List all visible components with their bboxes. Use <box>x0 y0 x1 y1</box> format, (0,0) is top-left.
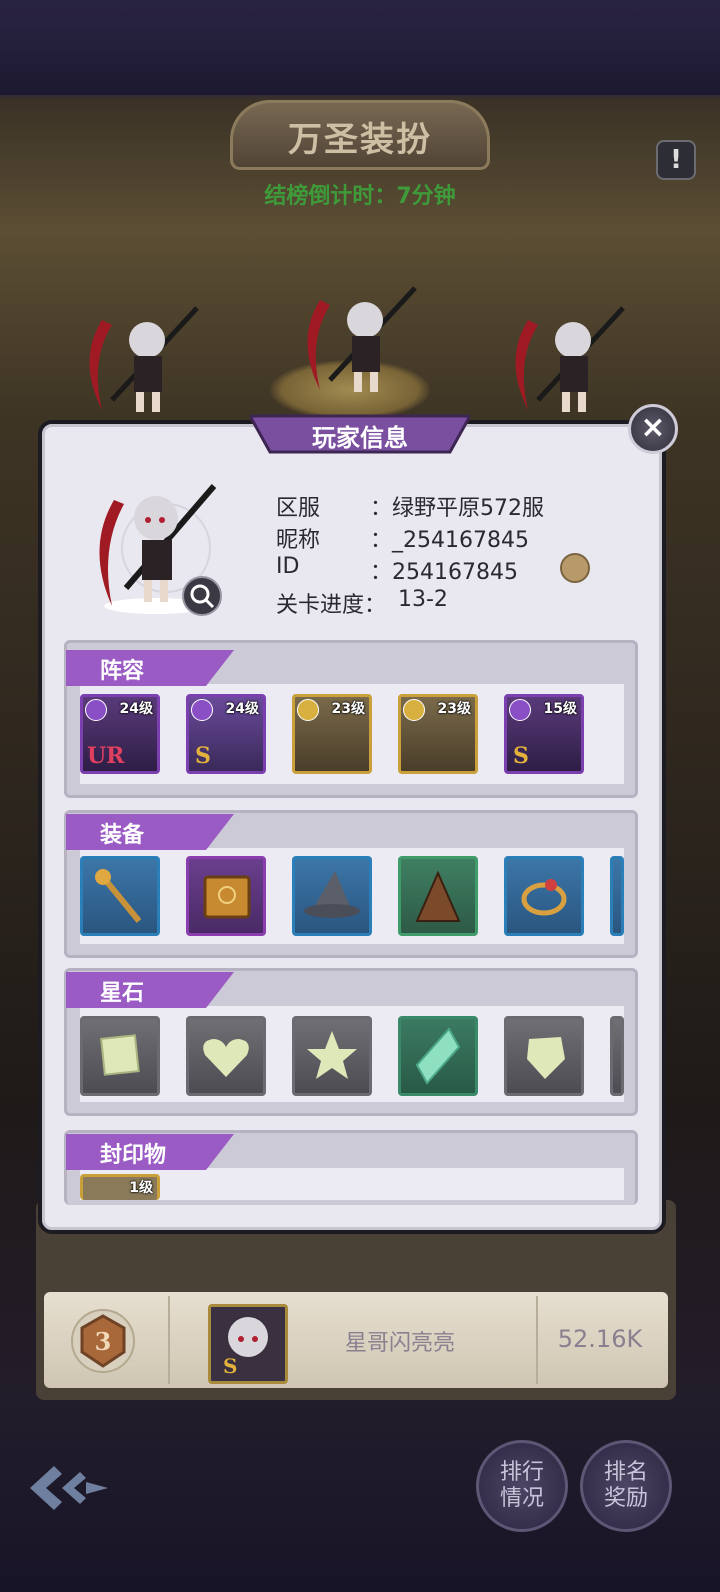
ranking-player-name: 星哥闪亮亮 <box>344 1331 455 1356</box>
stage-progress-value: 13-2 <box>398 587 448 612</box>
hero-level: 23级 <box>437 701 471 717</box>
server-value: ：绿野平原572服 <box>370 496 544 521</box>
ranking-score: 52.16K <box>557 1325 643 1353</box>
square-gem-icon[interactable] <box>80 1016 160 1096</box>
event-title: 万圣装扮 <box>288 120 432 160</box>
divider <box>168 1296 170 1384</box>
seal-title: 封印物 <box>100 1143 167 1168</box>
top-character-2 <box>89 306 199 412</box>
seal-level: 1级 <box>129 1180 153 1196</box>
dialog-title: 玩家信息 <box>312 424 408 452</box>
starstone-title: 星石 <box>100 981 145 1006</box>
element-icon <box>509 699 531 721</box>
element-icon <box>85 699 107 721</box>
countdown-text: 结榜倒计时：7分钟 <box>264 184 456 209</box>
close-button[interactable]: × <box>628 404 678 454</box>
hero-slot[interactable]: 23级 <box>398 694 478 774</box>
hero-grade: S <box>513 743 529 769</box>
hero-slot[interactable]: 23级 <box>292 694 372 774</box>
hero-grade: S <box>195 743 211 769</box>
id-value: ：254167845 <box>370 560 518 585</box>
staff-icon[interactable] <box>80 856 160 936</box>
starstone-slot-partial[interactable] <box>610 1016 624 1096</box>
section-tab <box>66 972 234 1008</box>
hero-grade: UR <box>87 743 125 769</box>
rank-status-button[interactable]: 排行 情况 <box>476 1440 568 1532</box>
hero-level: 23级 <box>331 701 365 717</box>
divider <box>536 1296 538 1384</box>
hero-level: 15级 <box>543 701 577 717</box>
magnifier-icon[interactable] <box>182 576 222 616</box>
top-bar <box>0 0 720 95</box>
equipment-title: 装备 <box>100 823 145 848</box>
hero-level: 24级 <box>119 701 153 717</box>
avatar-grade: S <box>223 1354 237 1378</box>
rank-badge: 3 <box>71 1309 135 1373</box>
id-label: ID <box>276 554 300 579</box>
star-gem-icon[interactable] <box>292 1016 372 1096</box>
ranking-avatar[interactable]: S <box>208 1304 288 1384</box>
equipment-slot-partial[interactable] <box>610 856 624 936</box>
hero-slot[interactable]: 15级 S <box>504 694 584 774</box>
heart-gem-icon[interactable] <box>186 1016 266 1096</box>
nickname-label: 昵称 <box>276 528 321 553</box>
section-tab <box>66 650 234 686</box>
rank-number: 3 <box>95 1327 112 1356</box>
section-tab <box>66 814 234 850</box>
back-arrow-icon[interactable] <box>22 1460 112 1516</box>
stage-progress-label: 关卡进度： <box>276 593 387 618</box>
element-icon <box>297 699 319 721</box>
crystal-gem-icon[interactable] <box>398 1016 478 1096</box>
cloak-icon[interactable] <box>398 856 478 936</box>
top-character-3 <box>515 306 625 412</box>
seal-panel <box>80 1168 624 1200</box>
copy-icon[interactable] <box>560 553 590 583</box>
hero-slot[interactable]: 24级 S <box>186 694 266 774</box>
hero-level: 24级 <box>225 701 259 717</box>
hero-slot[interactable]: 24级 UR <box>80 694 160 774</box>
top-character-1 <box>307 286 417 392</box>
server-label: 区服 <box>276 496 321 521</box>
hat-icon[interactable] <box>292 856 372 936</box>
round-gem-icon[interactable] <box>504 1016 584 1096</box>
element-icon <box>403 699 425 721</box>
info-button[interactable]: ! <box>656 140 696 180</box>
rank-reward-button[interactable]: 排名 奖励 <box>580 1440 672 1532</box>
book-icon[interactable] <box>186 856 266 936</box>
nickname-value: ：_254167845 <box>370 528 529 553</box>
lineup-title: 阵容 <box>100 659 145 684</box>
element-icon <box>191 699 213 721</box>
ring-icon[interactable] <box>504 856 584 936</box>
seal-slot[interactable]: 1级 <box>80 1174 160 1200</box>
